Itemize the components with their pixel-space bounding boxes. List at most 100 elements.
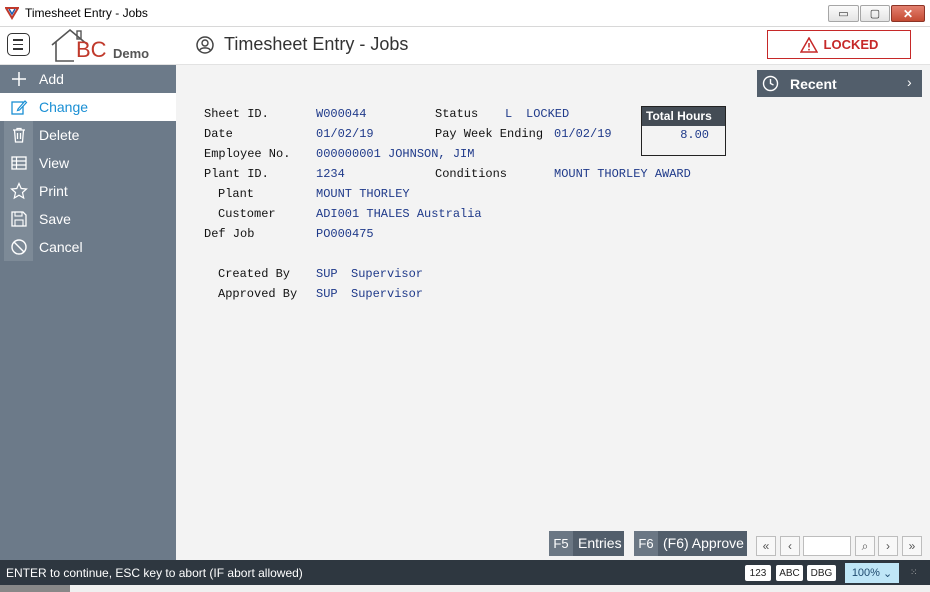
created-by-code: SUP [316, 267, 338, 281]
logo-suffix: Demo [113, 46, 150, 61]
approved-by-label: Approved By [218, 287, 298, 301]
sidebar-item-add[interactable]: Add [0, 65, 176, 93]
sidebar-item-cancel[interactable]: Cancel [0, 233, 176, 261]
date-label: Date [204, 127, 233, 141]
sidebar: Add Change Delete View Print Save Cancel [0, 65, 176, 560]
window-title: Timesheet Entry - Jobs [25, 6, 148, 20]
sidebar-item-label: View [39, 155, 70, 171]
total-hours-header: Total Hours [642, 107, 725, 126]
debug-badge[interactable]: DBG [807, 565, 836, 581]
status-code: L [505, 107, 513, 121]
status-bar: ENTER to continue, ESC key to abort (IF … [0, 560, 930, 585]
approved-by-code: SUP [316, 287, 338, 301]
sidebar-item-delete[interactable]: Delete [0, 121, 176, 149]
floppy-icon [4, 205, 33, 233]
plant-value: MOUNT THORLEY [316, 187, 410, 201]
sidebar-item-label: Print [39, 183, 68, 199]
plant-id-value[interactable]: 1234 [316, 167, 345, 181]
locked-status-badge: LOCKED [767, 30, 911, 59]
entries-key: F5 [549, 531, 573, 556]
trash-icon [4, 121, 33, 149]
plant-label: Plant [218, 187, 255, 201]
app-logo-icon [5, 7, 19, 20]
search-icon: ⌕ [861, 538, 869, 553]
prev-page-button[interactable]: ‹ [780, 536, 800, 556]
caps-mode-badge[interactable]: ABC [776, 565, 803, 581]
total-hours-value: 8.00 [680, 128, 709, 142]
sheet-id-value[interactable]: W000044 [316, 107, 366, 121]
taskbar-segment [0, 585, 70, 592]
conditions-value[interactable]: MOUNT THORLEY AWARD [554, 167, 691, 181]
clock-icon [762, 75, 779, 92]
table-icon [4, 149, 33, 177]
warning-icon [799, 36, 818, 53]
sheet-id-label: Sheet ID. [204, 107, 269, 121]
app-header: BC Demo Timesheet Entry - Jobs LOCKED [0, 27, 930, 65]
zoom-select[interactable]: 100% ⌄ [845, 563, 899, 583]
maximize-button[interactable]: ▢ [860, 5, 890, 22]
approve-key: F6 [634, 531, 658, 556]
close-button[interactable]: ✕ [891, 5, 925, 22]
double-chevron-left-icon: « [762, 539, 770, 553]
pay-week-value[interactable]: 01/02/19 [554, 127, 612, 141]
last-page-button[interactable]: » [902, 536, 922, 556]
sidebar-item-label: Cancel [39, 239, 83, 255]
status-message: ENTER to continue, ESC key to abort (IF … [6, 566, 303, 580]
def-job-label: Def Job [204, 227, 255, 241]
company-logo: BC Demo [50, 27, 160, 63]
entries-button[interactable]: F5 Entries [549, 531, 624, 556]
recent-label: Recent [790, 76, 837, 92]
maximize-icon: ▢ [869, 8, 881, 20]
star-icon [4, 177, 33, 205]
zoom-value: 100% [851, 567, 880, 579]
sidebar-item-view[interactable]: View [0, 149, 176, 177]
status-label: Status [435, 107, 479, 121]
logo-letters: BC [76, 37, 107, 62]
page-search-button[interactable]: ⌕ [855, 536, 875, 556]
total-hours-box: Total Hours 8.00 [641, 106, 726, 156]
minimize-icon: ▭ [838, 8, 849, 20]
double-chevron-right-icon: » [908, 539, 916, 553]
employee-value[interactable]: 000000001 JOHNSON, JIM [316, 147, 474, 161]
chevron-down-icon: ⌄ [882, 567, 893, 580]
recent-panel-button[interactable]: Recent › [757, 70, 922, 97]
conditions-label: Conditions [435, 167, 508, 181]
sidebar-item-label: Save [39, 211, 71, 227]
sidebar-item-save[interactable]: Save [0, 205, 176, 233]
approve-label: (F6) Approve [663, 535, 744, 551]
created-by-name: Supervisor [351, 267, 424, 281]
employee-label: Employee No. [204, 147, 291, 161]
created-by-label: Created By [218, 267, 291, 281]
chevron-right-icon: › [886, 539, 890, 553]
approved-by-name: Supervisor [351, 287, 424, 301]
window-bottom-edge [0, 585, 930, 592]
page-title: Timesheet Entry - Jobs [224, 34, 409, 54]
locked-label: LOCKED [823, 37, 879, 52]
page-number-input[interactable] [803, 536, 851, 556]
first-page-button[interactable]: « [756, 536, 776, 556]
date-value[interactable]: 01/02/19 [316, 127, 374, 141]
resize-grip-icon[interactable]: ⁙ [910, 567, 918, 578]
numeric-mode-badge[interactable]: 123 [745, 565, 771, 581]
sidebar-item-change[interactable]: Change [0, 93, 176, 121]
window-titlebar: Timesheet Entry - Jobs ▭ ▢ ✕ [0, 0, 930, 27]
sidebar-item-label: Delete [39, 127, 80, 143]
plant-id-label: Plant ID. [204, 167, 269, 181]
def-job-value[interactable]: PO000475 [316, 227, 374, 241]
next-page-button[interactable]: › [878, 536, 898, 556]
pay-week-label: Pay Week Ending [435, 127, 544, 141]
user-circle-icon [196, 36, 214, 54]
hamburger-menu-button[interactable] [7, 33, 30, 56]
plus-icon [4, 65, 33, 93]
status-text: LOCKED [526, 107, 570, 121]
cancel-icon [4, 233, 33, 261]
pencil-icon [4, 93, 33, 121]
minimize-button[interactable]: ▭ [828, 5, 859, 22]
chevron-left-icon: ‹ [788, 539, 792, 553]
entries-label: Entries [578, 535, 622, 551]
sidebar-item-label: Add [39, 71, 64, 87]
approve-button[interactable]: F6 (F6) Approve [634, 531, 747, 556]
close-icon: ✕ [902, 6, 914, 21]
sidebar-item-print[interactable]: Print [0, 177, 176, 205]
chevron-right-icon: › [907, 74, 912, 90]
